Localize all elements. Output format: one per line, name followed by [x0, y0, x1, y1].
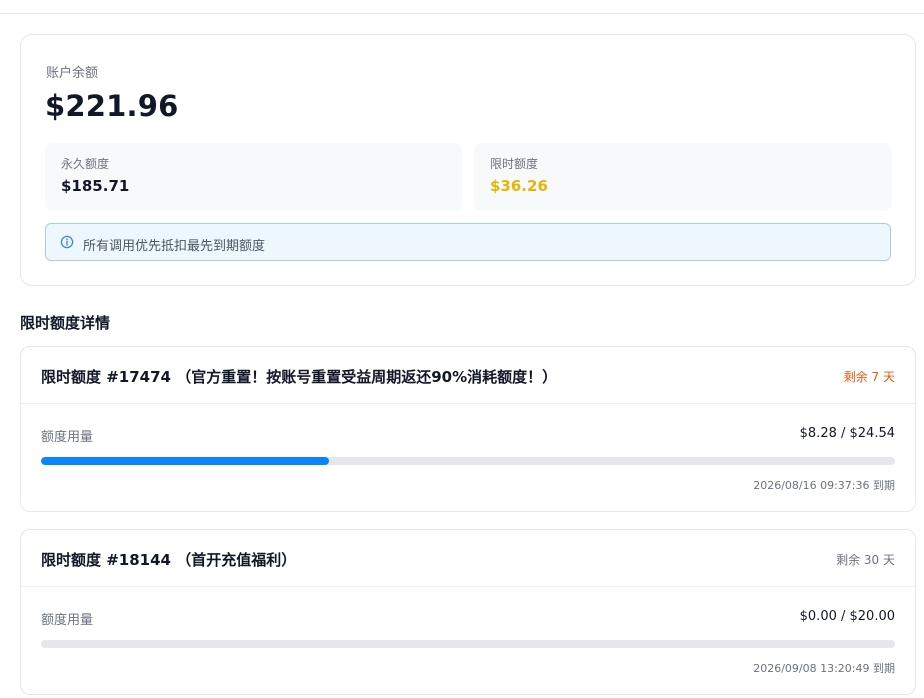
- usage-label: 额度用量: [41, 613, 94, 628]
- grant-expiry: 2026/09/08 13:20:49 到期: [753, 662, 895, 675]
- usage-progress-bar: [41, 640, 895, 648]
- usage-value: $8.28 / $24.54: [799, 426, 895, 441]
- usage-progress-bar: [41, 457, 895, 465]
- usage-label: 额度用量: [41, 430, 94, 445]
- deduction-notice: 所有调用优先抵扣最先到期额度: [45, 223, 891, 261]
- permanent-quota-box: 永久额度 $185.71: [45, 143, 462, 211]
- grant-divider: [21, 403, 915, 404]
- page: 账户余额 $221.96 永久额度 $185.71 限时额度 $36.26 所有…: [0, 0, 924, 698]
- balance-total: $221.96: [45, 89, 179, 123]
- limited-quota-value: $36.26: [490, 177, 548, 195]
- top-divider: [0, 13, 924, 14]
- grant-expiry: 2026/08/16 09:37:36 到期: [753, 479, 895, 492]
- deduction-notice-text: 所有调用优先抵扣最先到期额度: [83, 239, 266, 254]
- grant-card: 限时额度 #17474 （官方重置！按账号重置受益周期返还90%消耗额度！） 剩…: [20, 346, 916, 512]
- usage-value: $0.00 / $20.00: [799, 609, 895, 624]
- limited-quota-box: 限时额度 $36.26: [474, 143, 892, 211]
- usage-progress-fill: [41, 457, 330, 465]
- grant-title: 限时额度 #17474 （官方重置！按账号重置受益周期返还90%消耗额度！）: [41, 368, 558, 386]
- info-icon: [60, 235, 74, 249]
- grant-title: 限时额度 #18144 （首开充值福利）: [41, 551, 297, 569]
- grant-card: 限时额度 #18144 （首开充值福利） 剩余 30 天 额度用量 $0.00 …: [20, 529, 916, 695]
- grant-remaining-days: 剩余 30 天: [836, 553, 895, 567]
- balance-card: 账户余额 $221.96 永久额度 $185.71 限时额度 $36.26 所有…: [20, 34, 916, 286]
- section-title: 限时额度详情: [20, 314, 111, 332]
- grant-remaining-days: 剩余 7 天: [843, 370, 895, 384]
- grant-divider: [21, 586, 915, 587]
- permanent-quota-value: $185.71: [61, 177, 130, 195]
- permanent-quota-label: 永久额度: [61, 157, 110, 171]
- balance-label: 账户余额: [46, 66, 99, 81]
- limited-quota-label: 限时额度: [490, 157, 539, 171]
